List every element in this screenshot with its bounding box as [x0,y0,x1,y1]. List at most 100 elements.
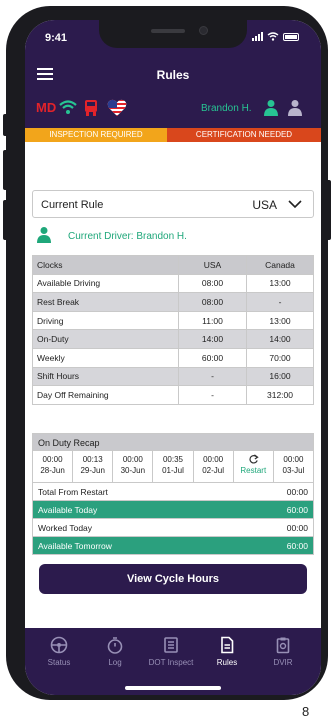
tab-dot-inspect[interactable]: DOT Inspect [143,636,199,667]
canada-value: 14:00 [246,329,314,349]
rules-content: Current Rule USA Current Driver: Brandon… [25,142,321,642]
truck-status-icon [85,100,97,116]
recap-row-value: 00:00 [286,487,308,497]
tab-label: Status [47,658,71,667]
tab-rules[interactable]: Rules [199,636,255,667]
camera-icon [199,26,208,35]
table-row: Driving 11:00 13:00 [32,310,314,331]
co-driver-icon[interactable] [287,99,303,117]
day-date: 29-Jun [80,466,105,475]
day-date: 28-Jun [40,466,65,475]
dvir-clipboard-icon [276,637,290,654]
clocks-header-row: Clocks USA Canada [32,255,314,275]
wifi-icon [267,32,279,41]
recap-row: Total From Restart 00:00 [32,483,314,501]
recap-day: 00:13 29-Jun [73,451,114,483]
row-label: Driving [32,310,179,331]
driver-status-row: MD Brandon H. [25,98,321,120]
day-date: 01-Jul [162,466,184,475]
day-hours: 00:00 [42,455,63,464]
recap-row-label: Available Tomorrow [38,541,112,551]
phone-side-button [3,200,8,240]
day-hours: 00:35 [162,455,183,464]
recap-row: Available Tomorrow 60:00 [32,537,314,555]
inspection-required-banner[interactable]: INSPECTION REQUIRED [25,128,167,142]
day-hours: 00:00 [203,455,224,464]
recap-row: Worked Today 00:00 [32,519,314,537]
table-row: Shift Hours - 16:00 [32,366,314,387]
dot-inspect-icon [164,637,178,653]
usa-value: 08:00 [178,273,247,294]
phone-side-button [3,150,8,190]
day-date: 02-Jul [202,466,225,475]
mode-indicator: MD [36,100,57,115]
tab-label: DVIR [273,658,293,667]
tab-label: Rules [216,658,238,667]
table-row: Available Driving 08:00 13:00 [32,273,314,294]
row-label: Shift Hours [32,366,179,387]
recap-day: 00:00 03-Jul [273,451,314,483]
tab-label: DOT Inspect [148,658,194,667]
current-rule-dropdown[interactable]: Current Rule USA [32,190,314,218]
home-indicator[interactable] [125,686,221,690]
recap-title: On Duty Recap [32,433,314,451]
current-rule-value: USA [252,198,277,212]
day-hours: 00:00 [283,455,304,464]
column-header: USA [178,255,247,275]
on-duty-recap: On Duty Recap 00:00 28-Jun 00:13 29-Jun 00… [32,433,314,555]
restart-label: Restart [240,466,267,475]
recap-days: 00:00 28-Jun 00:13 29-Jun 00:00 30-Jun 00:3… [32,451,314,483]
table-row: On-Duty 14:00 14:00 [32,329,314,349]
driver-icon [37,227,51,243]
row-label: Rest Break [32,292,179,312]
battery-icon [283,32,299,41]
page-title: Rules [156,68,190,82]
clocks-table: Clocks USA Canada Available Driving 08:0… [32,255,314,405]
speaker-icon [151,29,185,33]
column-header: Canada [246,255,314,275]
wifi-status-icon [59,100,77,114]
page-number: 8 [302,704,310,719]
driver-name: Brandon H. [201,103,252,114]
stopwatch-icon [107,637,123,654]
canada-value: 16:00 [246,366,314,387]
day-date: 03-Jul [282,466,305,475]
usa-value: - [178,366,247,387]
canada-value: 13:00 [246,310,314,331]
canada-value: 70:00 [246,347,314,368]
phone-frame: 9:41 Rules MD Brandon H. INSPECTION REQU… [6,6,328,700]
tab-label: Log [108,658,122,667]
driver-icon[interactable] [263,99,279,117]
usa-value: - [178,385,247,405]
bottom-tab-bar: Status Log DOT Inspect Rules DVIR [25,628,321,695]
restart-button[interactable]: Restart [233,451,274,483]
day-hours: 00:00 [122,455,143,464]
tab-log[interactable]: Log [87,636,143,667]
recap-row-value: 60:00 [286,541,308,551]
row-label: Day Off Remaining [32,385,179,405]
steering-wheel-icon [50,636,68,654]
day-date: 30-Jun [120,466,146,475]
current-driver-row: Current Driver: Brandon H. [34,226,314,246]
recap-row-label: Available Today [38,505,98,515]
phone-notch [99,20,247,48]
phone-side-button [326,180,331,240]
recap-row-value: 00:00 [286,523,308,533]
recap-row-label: Worked Today [38,523,93,533]
view-cycle-hours-button[interactable]: View Cycle Hours [39,564,307,594]
certification-needed-banner[interactable]: CERTIFICATION NEEDED [167,128,321,142]
chevron-down-icon [288,200,302,209]
row-label: On-Duty [32,329,179,349]
tab-status[interactable]: Status [31,636,87,667]
recap-day: 00:00 30-Jun [113,451,154,483]
table-row: Weekly 60:00 70:00 [32,347,314,368]
row-label: Available Driving [32,273,179,294]
day-hours: 00:13 [82,455,103,464]
status-indicators [252,32,299,41]
usa-value: 60:00 [178,347,247,368]
app-screen: 9:41 Rules MD Brandon H. INSPECTION REQU… [25,20,321,695]
rules-document-icon [221,636,234,654]
tab-dvir[interactable]: DVIR [255,636,311,667]
current-driver-text: Current Driver: Brandon H. [68,231,187,242]
usa-value: 11:00 [178,310,247,331]
